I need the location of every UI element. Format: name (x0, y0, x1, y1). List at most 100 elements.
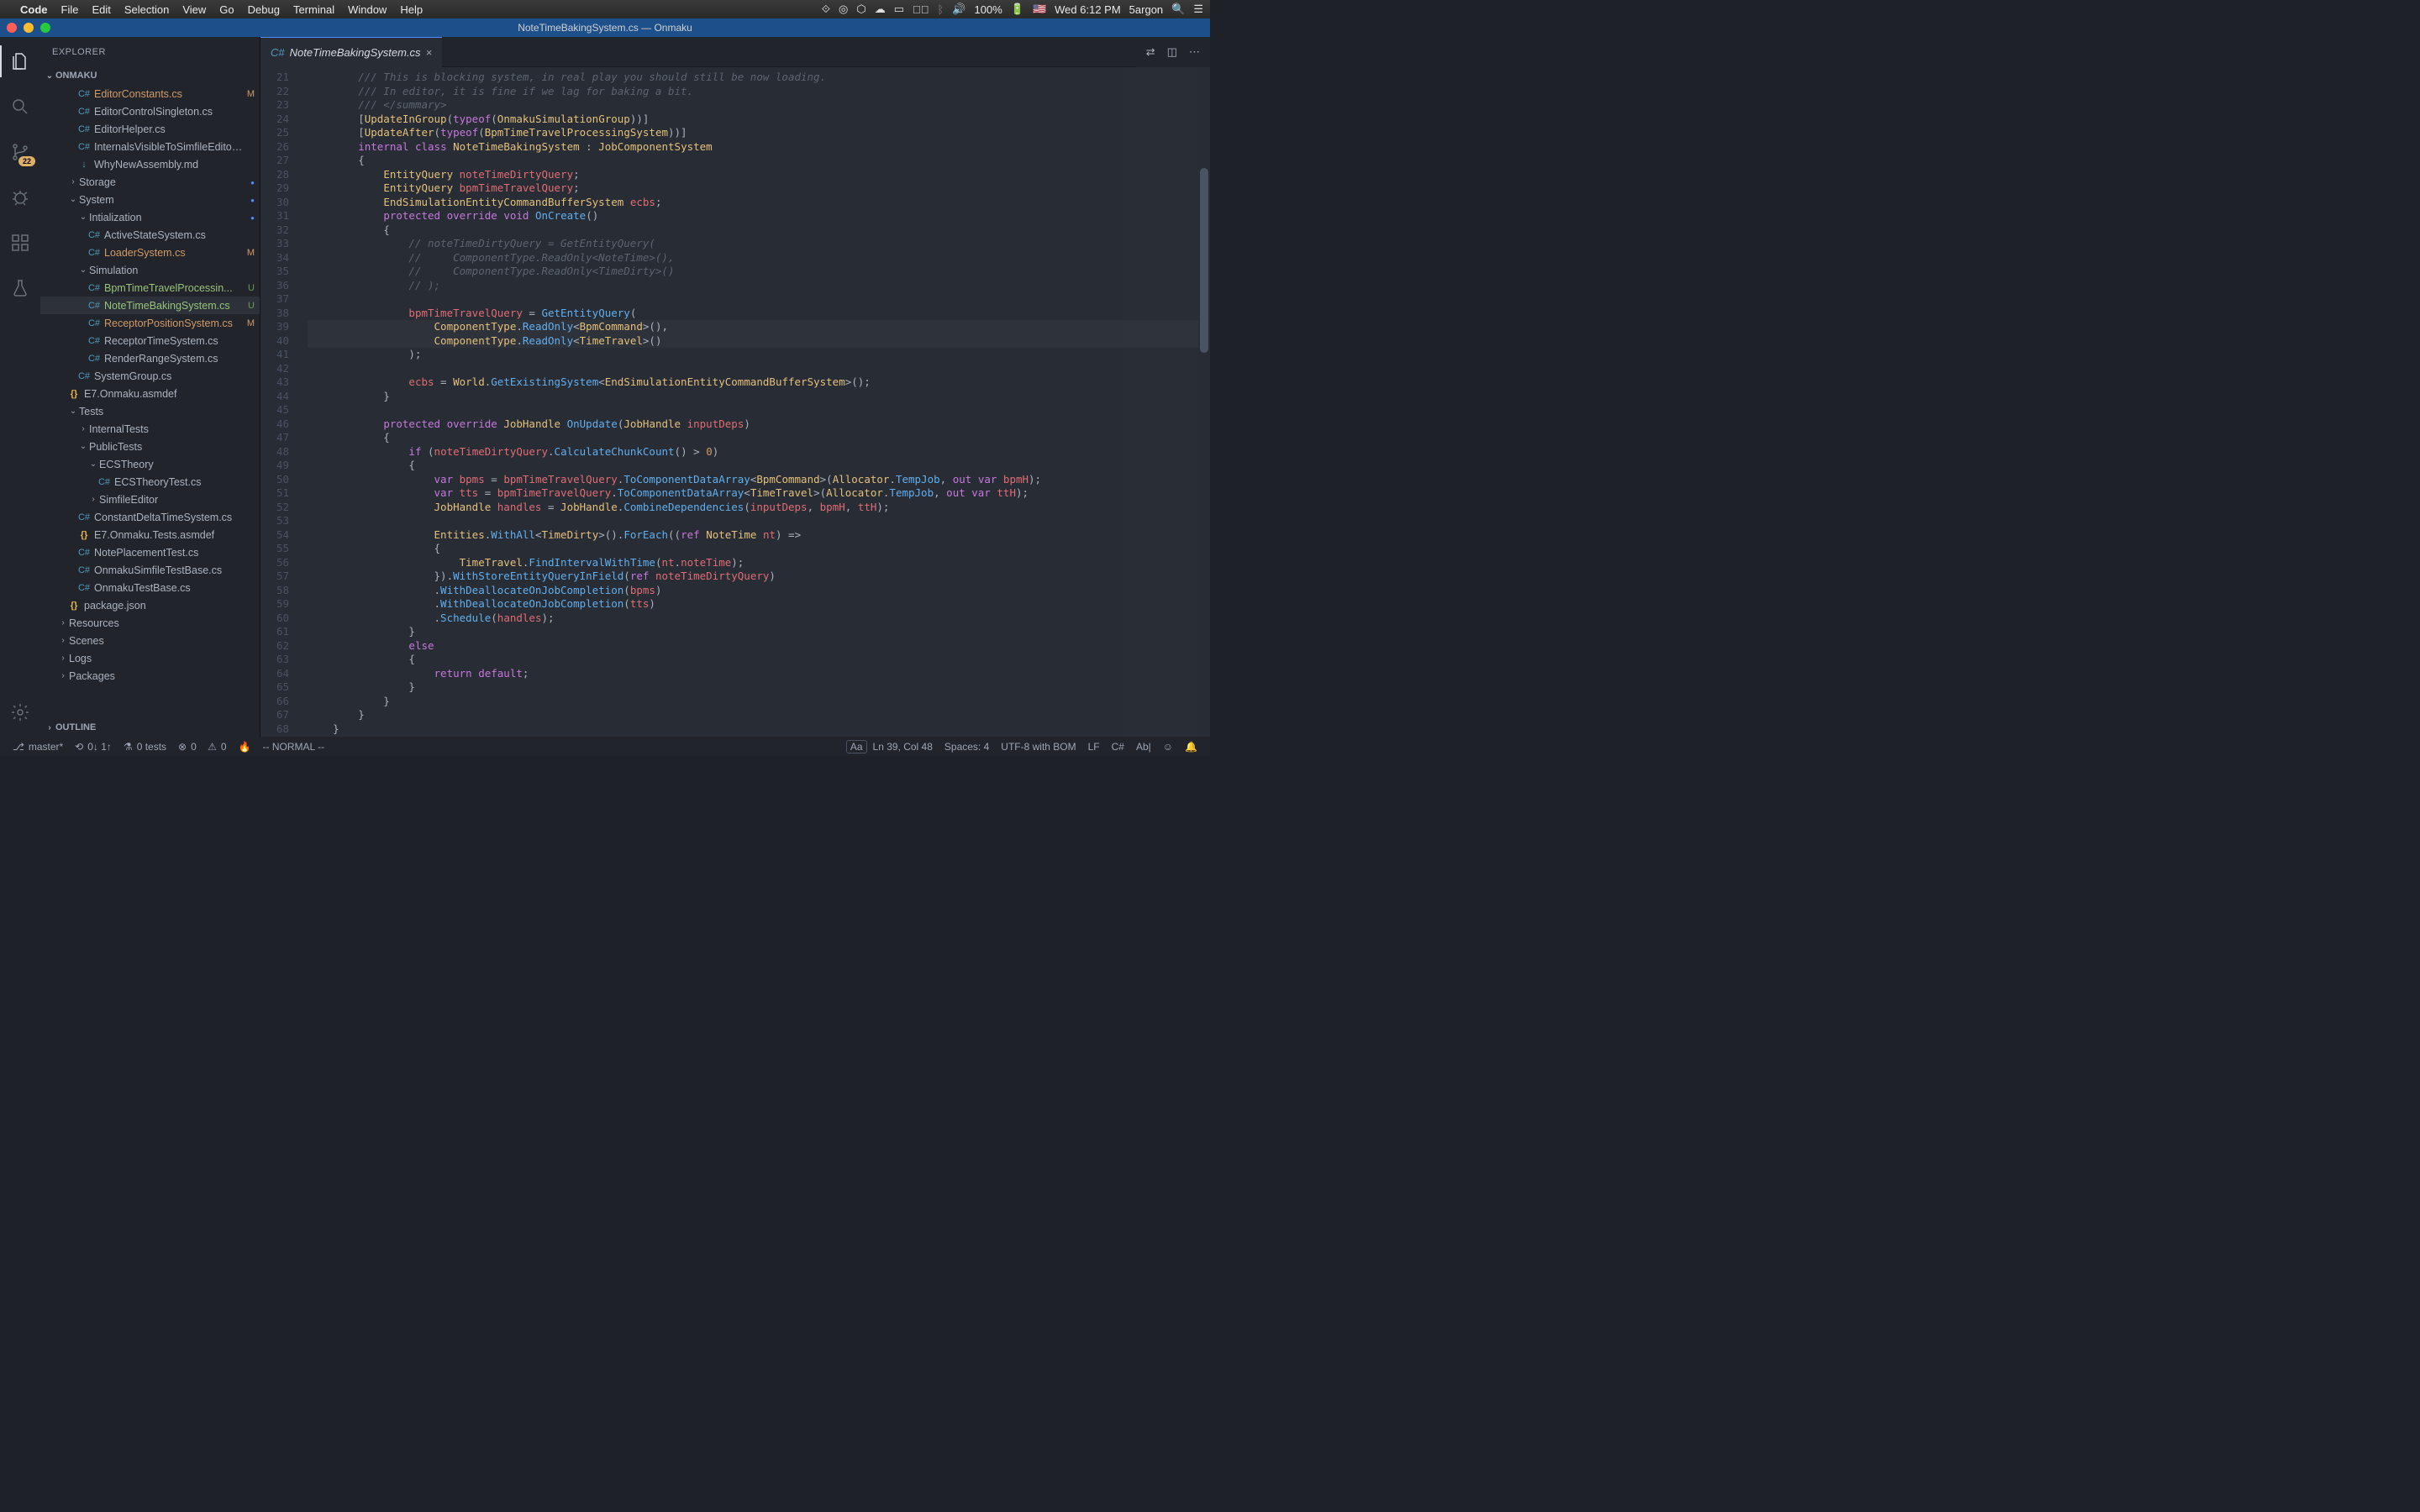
file-row[interactable]: C#EditorConstants.csM (40, 85, 260, 102)
folder-row[interactable]: ⌄Intialization (40, 208, 260, 226)
file-row[interactable]: C#ReceptorPositionSystem.csM (40, 314, 260, 332)
flask-icon (10, 278, 30, 298)
activity-scm[interactable]: 22 (0, 136, 40, 168)
file-row[interactable]: ↓WhyNewAssembly.md (40, 155, 260, 173)
tree-label: LoaderSystem.cs (104, 247, 243, 259)
file-row[interactable]: C#ECSTheoryTest.cs (40, 473, 260, 491)
input-flag-icon[interactable]: 🇺🇸 (1033, 3, 1046, 16)
file-row[interactable]: {}package.json (40, 596, 260, 614)
folder-row[interactable]: ›SimfileEditor (40, 491, 260, 508)
file-row[interactable]: C#OnmakuSimfileTestBase.cs (40, 561, 260, 579)
file-row[interactable]: C#EditorControlSingleton.cs (40, 102, 260, 120)
file-row[interactable]: C#InternalsVisibleToSimfileEditor.cs (40, 138, 260, 155)
dropbox-icon[interactable]: ⬡ (856, 3, 865, 16)
minimize-window-button[interactable] (24, 23, 34, 33)
more-actions-icon[interactable]: ⋯ (1189, 45, 1200, 59)
folder-row[interactable]: ›InternalTests (40, 420, 260, 438)
tabs: C# NoteTimeBakingSystem.cs × ⇄ ◫ ⋯ (260, 37, 1210, 67)
activity-search[interactable] (0, 91, 40, 123)
sb-cursor[interactable]: Ln 39, Col 48 (867, 741, 939, 753)
sb-flame[interactable]: 🔥 (233, 741, 257, 753)
folder-row[interactable]: ⌄System (40, 191, 260, 208)
clock[interactable]: Wed 6:12 PM (1055, 3, 1121, 16)
folder-row[interactable]: ›Logs (40, 649, 260, 667)
file-row[interactable]: {}E7.Onmaku.Tests.asmdef (40, 526, 260, 543)
username[interactable]: 5argon (1129, 3, 1163, 16)
battery-icon[interactable]: 🔋 (1011, 3, 1024, 16)
file-row[interactable]: C#RenderRangeSystem.cs (40, 349, 260, 367)
chevron-down-icon: ⌄ (67, 195, 79, 204)
scrollbar[interactable] (1198, 67, 1210, 737)
folder-row[interactable]: ⌄ECSTheory (40, 455, 260, 473)
battery-text[interactable]: 100% (975, 3, 1002, 16)
activity-extensions[interactable] (0, 227, 40, 259)
activity-debug[interactable] (0, 181, 40, 213)
menu-selection[interactable]: Selection (124, 3, 169, 16)
sb-spaces[interactable]: Spaces: 4 (939, 741, 995, 753)
file-row[interactable]: C#NoteTimeBakingSystem.csU (40, 297, 260, 314)
file-row[interactable]: C#EditorHelper.cs (40, 120, 260, 138)
sb-encoding[interactable]: UTF-8 with BOM (995, 741, 1081, 753)
file-row[interactable]: C#ConstantDeltaTimeSystem.cs (40, 508, 260, 526)
activity-test[interactable] (0, 272, 40, 304)
menu-edit[interactable]: Edit (92, 3, 110, 16)
spotlight-icon[interactable]: 🔍 (1171, 3, 1185, 16)
menu-terminal[interactable]: Terminal (293, 3, 334, 16)
workspace-title[interactable]: ⌄ ONMAKU (40, 66, 260, 85)
file-row[interactable]: {}E7.Onmaku.asmdef (40, 385, 260, 402)
tab-notetimebakingsystem[interactable]: C# NoteTimeBakingSystem.cs × (260, 37, 442, 67)
file-row[interactable]: C#ActiveStateSystem.cs (40, 226, 260, 244)
file-row[interactable]: C#ReceptorTimeSystem.cs (40, 332, 260, 349)
wifi-icon[interactable]: �᷍ (913, 3, 929, 16)
minimap[interactable] (1123, 67, 1198, 737)
sb-sync[interactable]: ⟲0↓ 1↑ (69, 741, 118, 753)
sb-ab[interactable]: Ab| (1130, 741, 1157, 753)
editor[interactable]: 2122232425262728293031323334353637383940… (260, 67, 1210, 737)
file-row[interactable]: C#BpmTimeTravelProcessin...U (40, 279, 260, 297)
folder-row[interactable]: ⌄PublicTests (40, 438, 260, 455)
creative-cloud-icon[interactable]: ◎ (839, 3, 848, 16)
split-editor-icon[interactable]: ◫ (1167, 45, 1177, 59)
file-row[interactable]: C#OnmakuTestBase.cs (40, 579, 260, 596)
sb-lang[interactable]: C# (1106, 741, 1130, 753)
sb-search-case[interactable]: Aa (846, 740, 867, 753)
unity-icon[interactable]: ⟐ (822, 3, 830, 16)
menu-window[interactable]: Window (348, 3, 387, 16)
folder-row[interactable]: ›Packages (40, 667, 260, 685)
sb-bell[interactable]: 🔔 (1179, 741, 1203, 753)
activity-explorer[interactable] (0, 45, 40, 77)
file-row[interactable]: C#LoaderSystem.csM (40, 244, 260, 261)
code-area[interactable]: /// This is blocking system, in real pla… (308, 67, 1210, 737)
folder-row[interactable]: ⌄Tests (40, 402, 260, 420)
sb-feedback[interactable]: ☺ (1157, 741, 1179, 753)
menu-view[interactable]: View (182, 3, 206, 16)
sb-eol[interactable]: LF (1082, 741, 1106, 753)
file-row[interactable]: C#SystemGroup.cs (40, 367, 260, 385)
tree-label: ECSTheory (99, 459, 243, 470)
display-icon[interactable]: ▭ (894, 3, 904, 16)
bluetooth-icon[interactable]: ᛒ (938, 3, 944, 16)
activity-settings[interactable] (0, 696, 40, 728)
menu-help[interactable]: Help (400, 3, 423, 16)
menu-go[interactable]: Go (219, 3, 234, 16)
compare-changes-icon[interactable]: ⇄ (1146, 45, 1155, 59)
scrollbar-thumb[interactable] (1200, 168, 1208, 353)
file-row[interactable]: C#NotePlacementTest.cs (40, 543, 260, 561)
folder-row[interactable]: ›Storage (40, 173, 260, 191)
menu-debug[interactable]: Debug (248, 3, 280, 16)
folder-row[interactable]: ›Scenes (40, 632, 260, 649)
folder-row[interactable]: ›Resources (40, 614, 260, 632)
close-window-button[interactable] (7, 23, 17, 33)
close-tab-icon[interactable]: × (426, 46, 433, 59)
sb-branch[interactable]: ⎇master* (7, 741, 69, 753)
sb-problems[interactable]: ⊗0 ⚠0 (172, 741, 233, 753)
app-name[interactable]: Code (20, 3, 48, 16)
outline-section[interactable]: › OUTLINE (40, 718, 260, 737)
control-center-icon[interactable]: ☰ (1193, 3, 1203, 16)
cloud-icon[interactable]: ☁ (875, 3, 886, 16)
volume-icon[interactable]: 🔊 (952, 3, 965, 16)
menu-file[interactable]: File (61, 3, 79, 16)
sb-tests[interactable]: ⚗0 tests (118, 741, 172, 753)
folder-row[interactable]: ⌄Simulation (40, 261, 260, 279)
maximize-window-button[interactable] (40, 23, 50, 33)
